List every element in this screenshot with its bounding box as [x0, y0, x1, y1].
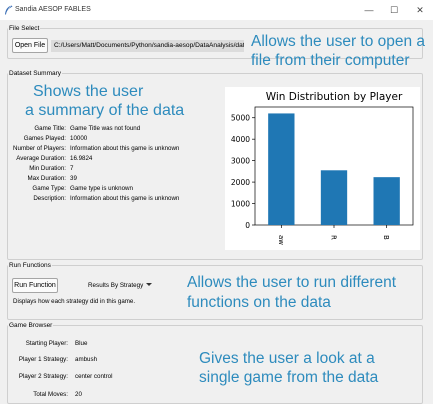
x-tick-label: R	[330, 235, 338, 240]
total-moves-label: Total Moves:	[33, 391, 68, 398]
starting-player-value: Blue	[75, 340, 88, 347]
summary-value: 16.9824	[70, 155, 93, 162]
summary-label: Games Played:	[23, 135, 66, 142]
bar-1	[320, 170, 348, 225]
y-tick-label: 2000	[231, 178, 250, 187]
summary-row-game-type: Game Type: Game type is unknown	[0, 184, 230, 193]
annotation-browser-line1: Gives the user a look at a	[199, 350, 375, 367]
summary-label: Game Type:	[32, 185, 66, 192]
close-icon[interactable]: ✕	[409, 3, 431, 17]
starting-player-label: Starting Player:	[25, 340, 68, 347]
y-tick-label: 3000	[231, 157, 250, 166]
summary-row-description: Description: Information about this game…	[0, 194, 230, 203]
maximize-icon[interactable]: ☐	[383, 3, 405, 17]
y-tick-label: 5000	[231, 114, 250, 123]
summary-label: Description:	[33, 195, 66, 202]
bar-2	[373, 177, 400, 225]
chevron-down-icon[interactable]	[146, 283, 152, 286]
player1-strategy-label: Player 1 Strategy:	[18, 356, 68, 363]
annotation-file-line2: file from their computer	[251, 52, 410, 69]
file-path-field[interactable]: C:/Users/Matt/Documents/Python/sandia-ae…	[51, 40, 244, 52]
annotation-run-line1: Allows the user to run different	[187, 274, 397, 291]
y-tick-label: 4000	[231, 135, 250, 144]
bar-0	[268, 113, 295, 225]
y-tick-label: 0	[245, 221, 250, 230]
total-moves-value: 20	[75, 391, 82, 398]
function-select[interactable]: Results By Strategy	[88, 279, 178, 292]
player1-strategy-value: ambush	[75, 356, 98, 363]
title-bar: Sandia AESOP FABLES — ☐ ✕	[0, 0, 433, 20]
run-functions-legend: Run Functions	[9, 262, 51, 269]
y-tick-label: 1000	[231, 200, 250, 209]
summary-row-games-played: Games Played: 10000	[0, 134, 230, 143]
summary-row-max-duration: Max Duration: 39	[0, 174, 230, 183]
summary-label: Number of Players:	[13, 145, 66, 152]
file-select-legend: File Select	[9, 25, 40, 32]
annotation-summary-line2: a summary of the data	[25, 102, 185, 119]
player2-strategy-value: center control	[75, 373, 113, 380]
dataset-summary-legend: Dataset Summary	[9, 70, 62, 77]
win-distribution-chart: Win Distribution by Player 0 1000 2000 3000 4…	[225, 87, 420, 250]
player2-strategy-label: Player 2 Strategy:	[18, 373, 68, 380]
summary-value: Game type is unknown	[70, 185, 133, 192]
x-tick-label: B	[382, 235, 390, 240]
annotation-summary-line1: Shows the user	[33, 83, 144, 100]
summary-label: Average Duration:	[16, 155, 66, 162]
minimize-icon[interactable]: —	[358, 3, 380, 17]
summary-label: Max Duration:	[27, 175, 66, 182]
window-title: Sandia AESOP FABLES	[15, 6, 91, 13]
summary-value: Information about this game is unknown	[70, 145, 180, 152]
summary-value: 7	[70, 165, 74, 172]
function-description: Displays how each strategy did in this g…	[13, 298, 136, 305]
summary-label: Game Title:	[34, 125, 66, 132]
summary-row-game-title: Game Title: Game Title was not found	[0, 124, 230, 133]
summary-label: Min Duration:	[29, 165, 66, 172]
summary-row-min-duration: Min Duration: 7	[0, 164, 230, 173]
annotation-run-line2: functions on the data	[187, 294, 331, 311]
annotation-browser-line2: single game from the data	[199, 369, 379, 386]
annotation-file-line1: Allows the user to open a	[251, 33, 426, 50]
summary-value: Information about this game is unknown	[70, 195, 180, 202]
run-function-button[interactable]: Run Function	[12, 278, 58, 293]
chart-title: Win Distribution by Player	[266, 91, 403, 103]
summary-value: 39	[70, 175, 77, 182]
x-tick-label: aw	[277, 235, 285, 245]
chart-svg: Win Distribution by Player 0 1000 2000 3000 4…	[231, 91, 414, 245]
summary-value: 10000	[70, 135, 88, 142]
open-file-button[interactable]: Open File	[12, 38, 48, 53]
summary-row-number-of-players: Number of Players: Information about thi…	[0, 144, 230, 153]
game-browser-legend: Game Browser	[9, 322, 53, 329]
summary-value: Game Title was not found	[70, 125, 141, 132]
feather-app-icon	[5, 5, 13, 15]
summary-row-average-duration: Average Duration: 16.9824	[0, 154, 230, 163]
